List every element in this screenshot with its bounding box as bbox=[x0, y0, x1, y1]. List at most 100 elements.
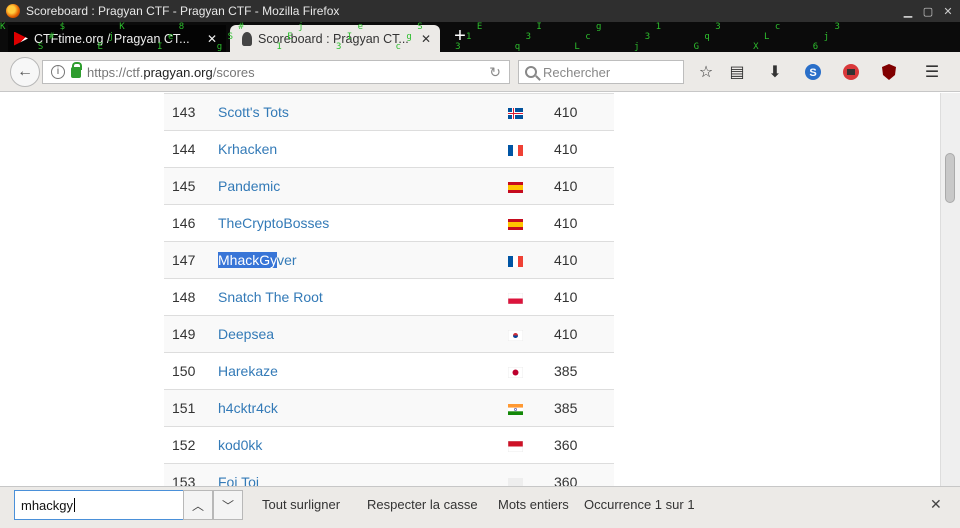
score-cell: 410 bbox=[554, 141, 578, 157]
team-link[interactable]: Harekaze bbox=[210, 353, 500, 390]
team-link[interactable]: Scott's Tots bbox=[210, 94, 500, 131]
team-link[interactable]: TheCryptoBosses bbox=[210, 205, 500, 242]
arrow-left-icon: ← bbox=[17, 63, 33, 80]
extension-mask-icon[interactable] bbox=[841, 62, 861, 82]
close-icon[interactable]: ✕ bbox=[930, 496, 942, 513]
window-titlebar: Scoreboard : Pragyan CTF - Pragyan CTF -… bbox=[0, 0, 960, 22]
navigation-bar: ← i https://ctf. pragyan.org/scores ↻ Rec… bbox=[0, 52, 960, 92]
rank-cell: 144 bbox=[172, 141, 196, 157]
table-row: 144 Krhacken 410 bbox=[164, 130, 614, 168]
score-cell: 360 bbox=[554, 474, 578, 486]
tab-ctftime[interactable]: CTFtime.org / Pragyan CT... ✕ bbox=[8, 25, 226, 52]
firefox-icon bbox=[6, 4, 20, 18]
flag-cell bbox=[500, 316, 546, 353]
chevron-down-icon: ﹀ bbox=[221, 498, 234, 513]
flag-cell bbox=[500, 353, 546, 390]
india-flag-icon bbox=[508, 403, 523, 415]
table-row: 153 Foi Toi 360 bbox=[164, 463, 614, 486]
team-link[interactable]: Deepsea bbox=[210, 316, 500, 353]
table-row: 149 Deepsea 410 bbox=[164, 315, 614, 353]
rank-cell: 149 bbox=[172, 326, 196, 342]
table-row: 145 Pandemic 410 bbox=[164, 167, 614, 205]
rank-cell: 147 bbox=[172, 252, 196, 268]
close-window-icon[interactable]: ✕ bbox=[940, 3, 956, 19]
poland-flag-icon bbox=[508, 292, 523, 304]
download-icon[interactable]: ⬇ bbox=[765, 62, 785, 82]
flag-cell bbox=[500, 427, 546, 464]
whole-words-button[interactable]: Mots entiers bbox=[498, 497, 569, 512]
bookmark-star-icon[interactable]: ☆ bbox=[696, 62, 716, 82]
table-row: 143 Scott's Tots 410 bbox=[164, 93, 614, 131]
team-link[interactable]: MhackGyver bbox=[210, 242, 500, 279]
lock-icon[interactable] bbox=[71, 61, 82, 78]
svg-text:S: S bbox=[809, 67, 816, 79]
rank-cell: 150 bbox=[172, 363, 196, 379]
hamburger-menu-icon[interactable]: ☰ bbox=[922, 62, 942, 82]
score-cell: 410 bbox=[554, 215, 578, 231]
highlight-all-button[interactable]: Tout surligner bbox=[262, 497, 340, 512]
scrollbar-thumb[interactable] bbox=[945, 153, 955, 203]
page-scrollbar[interactable] bbox=[940, 93, 960, 486]
score-cell: 385 bbox=[554, 400, 578, 416]
team-link[interactable]: kod0kk bbox=[210, 427, 500, 464]
table-row: 152 kod0kk 360 bbox=[164, 426, 614, 464]
team-link[interactable]: h4cktr4ck bbox=[210, 390, 500, 427]
team-link[interactable]: Pandemic bbox=[210, 168, 500, 205]
team-link[interactable]: Foi Toi bbox=[210, 464, 500, 486]
close-tab-icon[interactable]: ✕ bbox=[418, 32, 434, 46]
tab-strip: CTFtime.org / Pragyan CT... ✕ Scoreboard… bbox=[0, 22, 960, 52]
search-input[interactable]: Rechercher bbox=[518, 60, 684, 84]
indonesia-flag-icon bbox=[508, 440, 523, 452]
minimize-icon[interactable]: ▁ bbox=[900, 3, 916, 19]
team-link[interactable]: Snatch The Root bbox=[210, 279, 500, 316]
url-host: pragyan.org bbox=[143, 64, 213, 80]
find-next-button[interactable]: ﹀ bbox=[213, 490, 243, 520]
info-icon[interactable]: i bbox=[51, 65, 65, 79]
rank-cell: 153 bbox=[172, 474, 196, 486]
table-row: 148 Snatch The Root 410 bbox=[164, 278, 614, 316]
back-button[interactable]: ← bbox=[10, 57, 40, 87]
team-name-rest: ver bbox=[277, 252, 297, 268]
flag-cell bbox=[500, 205, 546, 242]
s-extension-icon[interactable]: S bbox=[803, 62, 823, 82]
ublock-icon[interactable] bbox=[879, 62, 899, 82]
table-row: 150 Harekaze 385 bbox=[164, 352, 614, 390]
tab-scoreboard[interactable]: Scoreboard : Pragyan CT... ✕ bbox=[230, 25, 440, 52]
url-bar[interactable]: i https://ctf. pragyan.org/scores ↻ bbox=[42, 60, 510, 84]
score-cell: 410 bbox=[554, 178, 578, 194]
find-highlight: MhackGy bbox=[218, 252, 278, 268]
chevron-up-icon: ︿ bbox=[191, 498, 204, 513]
new-tab-icon[interactable]: + bbox=[450, 26, 470, 46]
find-input[interactable]: mhackgy bbox=[14, 490, 184, 520]
rank-cell: 152 bbox=[172, 437, 196, 453]
match-case-button[interactable]: Respecter la casse bbox=[367, 497, 478, 512]
team-link[interactable]: Krhacken bbox=[210, 131, 500, 168]
spain-flag-icon bbox=[508, 181, 523, 193]
table-row: 151 h4cktr4ck 385 bbox=[164, 389, 614, 427]
reading-list-icon[interactable]: ▤ bbox=[727, 62, 747, 82]
rank-cell: 151 bbox=[172, 400, 196, 416]
tab-title: CTFtime.org / Pragyan CT... bbox=[34, 31, 190, 46]
flag-cell bbox=[500, 94, 546, 131]
score-cell: 410 bbox=[554, 289, 578, 305]
reload-icon[interactable]: ↻ bbox=[489, 64, 501, 81]
flag-cell bbox=[500, 131, 546, 168]
find-previous-button[interactable]: ︿ bbox=[183, 490, 213, 520]
spain-flag-icon bbox=[508, 218, 523, 230]
ctftime-favicon-icon bbox=[14, 31, 28, 46]
france-flag-icon bbox=[508, 255, 523, 267]
window-title: Scoreboard : Pragyan CTF - Pragyan CTF -… bbox=[26, 4, 340, 18]
pragyan-favicon-icon bbox=[242, 31, 252, 46]
flag-cell bbox=[500, 168, 546, 205]
rank-cell: 148 bbox=[172, 289, 196, 305]
maximize-icon[interactable]: ▢ bbox=[920, 3, 936, 19]
url-scheme: https://ctf. bbox=[87, 64, 144, 80]
close-tab-icon[interactable]: ✕ bbox=[204, 32, 220, 46]
score-cell: 410 bbox=[554, 326, 578, 342]
score-cell: 410 bbox=[554, 104, 578, 120]
flag-cell bbox=[500, 279, 546, 316]
find-bar: mhackgy ︿ ﹀ Tout surligner Respecter la … bbox=[0, 486, 960, 528]
rank-cell: 145 bbox=[172, 178, 196, 194]
iceland-flag-icon bbox=[508, 107, 523, 119]
score-cell: 410 bbox=[554, 252, 578, 268]
